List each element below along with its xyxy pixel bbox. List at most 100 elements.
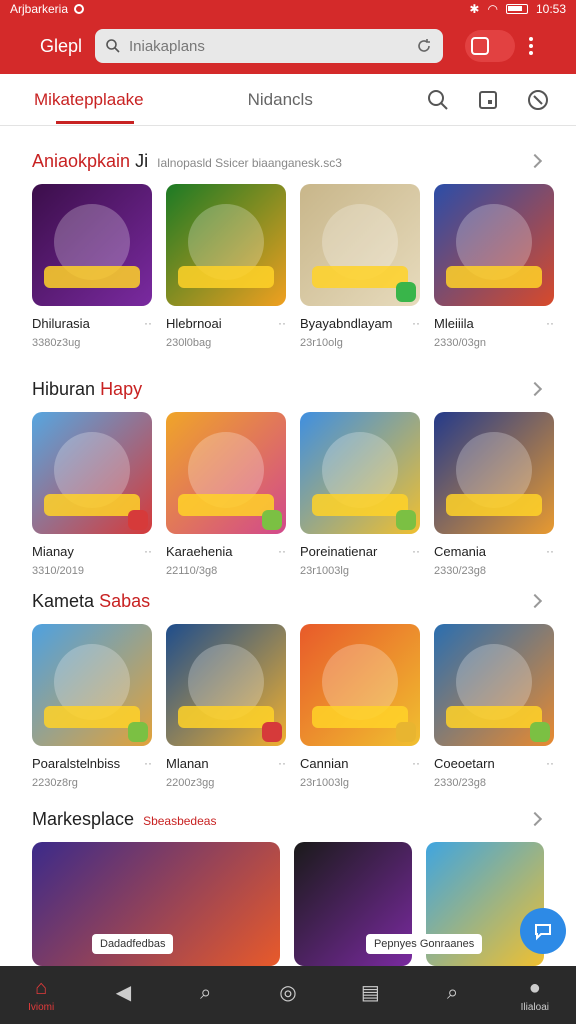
chevron-right-icon[interactable] <box>527 381 543 397</box>
cards-row: Poaralstelnbiss ·· 2230z8rg Mlanan ·· 2200z3g… <box>0 624 576 789</box>
tab-marketplace[interactable]: Mikatepplaake <box>0 74 144 126</box>
status-time: 10:53 <box>535 2 566 16</box>
app-thumbnail[interactable] <box>434 624 554 746</box>
app-meta: 230l0bag <box>166 337 212 349</box>
section-header: Markesplace Sbeasbedeas <box>0 804 576 834</box>
more-options-icon[interactable]: ·· <box>412 756 420 771</box>
search-input[interactable] <box>129 37 407 55</box>
app-card[interactable]: Poaralstelnbiss ·· 2230z8rg <box>32 624 152 789</box>
more-options-icon[interactable]: ·· <box>144 544 152 559</box>
app-card[interactable]: Byayabndlayam ·· 23r10olg <box>300 184 420 349</box>
more-options-icon[interactable]: ·· <box>546 544 554 559</box>
chat-icon <box>535 924 551 941</box>
app-logo-art <box>44 266 140 288</box>
chevron-right-icon[interactable] <box>527 153 543 169</box>
app-name: Mianay <box>32 544 74 559</box>
app-card[interactable]: Poreinatienar ·· 23r1003lg <box>300 412 420 577</box>
chevron-right-icon[interactable] <box>527 593 543 609</box>
section-header: Aniaokpkain Ji Ialnopasld Ssicer biaanga… <box>0 146 576 176</box>
tabs-button[interactable] <box>465 30 515 62</box>
section-4: Markesplace Sbeasbedeas Dadadfedbas Pepn… <box>0 804 576 966</box>
app-thumbnail[interactable] <box>434 184 554 306</box>
app-meta: 3380z3ug <box>32 337 81 349</box>
more-options-icon[interactable]: ·· <box>144 316 152 331</box>
nav-item-compass[interactable]: ◎ <box>261 970 315 1020</box>
app-logo-art <box>446 266 542 288</box>
refresh-icon[interactable] <box>415 37 433 55</box>
app-thumbnail[interactable] <box>300 184 420 306</box>
section-header: Kameta Sabas <box>0 586 576 616</box>
banner-label: Dadadfedbas <box>92 934 174 954</box>
chevron-right-icon[interactable] <box>527 811 543 827</box>
app-meta: 2230z8rg <box>32 777 78 789</box>
app-thumbnail[interactable] <box>300 624 420 746</box>
app-logo-art <box>178 494 274 516</box>
app-card[interactable]: Dhilurasia ·· 3380z3ug <box>32 184 152 349</box>
more-options-icon[interactable]: ·· <box>412 544 420 559</box>
overflow-menu-icon[interactable] <box>529 37 533 55</box>
app-thumbnail[interactable] <box>166 412 286 534</box>
app-badge-icon <box>128 510 148 530</box>
app-thumbnail[interactable] <box>300 412 420 534</box>
search-box[interactable] <box>95 29 443 63</box>
app-logo-art <box>312 706 408 728</box>
more-options-icon[interactable]: ·· <box>412 316 420 331</box>
section-3: Kameta Sabas Poaralstelnbiss ·· 2230z8rg Ml… <box>0 586 576 789</box>
promo-pill: Pepnyes Gonraanes <box>365 934 483 954</box>
app-badge-icon <box>262 510 282 530</box>
status-bar: Arjbarkeria ✱ ◠ 10:53 <box>0 0 576 18</box>
nav-item-profile[interactable]: ● Ilialoai <box>508 970 562 1020</box>
tab-second[interactable]: Nidancls <box>144 74 313 126</box>
app-meta: 22110/3g8 <box>166 565 218 577</box>
play-back-icon: ◀ <box>115 982 132 1004</box>
app-card[interactable]: Coeoetarn ·· 2330/23g8 <box>434 624 554 789</box>
status-right: ✱ ◠ 10:53 <box>469 2 566 16</box>
app-card[interactable]: Cannian ·· 23r1003lg <box>300 624 420 789</box>
search-tool-icon[interactable] <box>426 88 450 112</box>
more-options-icon[interactable]: ·· <box>546 316 554 331</box>
app-name: Hlebrnoai <box>166 316 222 331</box>
nav-item-book[interactable]: ▤ <box>343 970 397 1020</box>
app-thumbnail[interactable] <box>166 624 286 746</box>
app-meta: 2330/23g8 <box>434 777 486 789</box>
nav-label: Ilialoai <box>520 1001 549 1013</box>
app-card[interactable]: Cemania ·· 2330/23g8 <box>434 412 554 577</box>
more-options-icon[interactable]: ·· <box>278 544 286 559</box>
featured-banner[interactable]: Dadadfedbas <box>32 842 280 966</box>
nav-item-search-2[interactable]: ⌕ <box>426 970 480 1020</box>
app-logo-art <box>312 266 408 288</box>
bookmark-tool-icon[interactable] <box>476 88 500 112</box>
app-thumbnail[interactable] <box>32 184 152 306</box>
app-logo-art <box>446 494 542 516</box>
more-options-icon[interactable]: ·· <box>144 756 152 771</box>
nav-item-search[interactable]: ⌕ <box>179 970 233 1020</box>
section-title: Hiburan Hapy <box>32 378 143 399</box>
app-badge-icon <box>396 510 416 530</box>
nav-item-home[interactable]: ⌂ Iviomi <box>14 970 68 1020</box>
app-thumbnail[interactable] <box>434 412 554 534</box>
cards-row: Dhilurasia ·· 3380z3ug Hlebrnoai ·· 230l0bag B… <box>0 184 576 349</box>
chat-fab-button[interactable] <box>520 908 566 954</box>
book-icon: ▤ <box>360 982 380 1004</box>
app-logo-art <box>178 706 274 728</box>
app-card[interactable]: Mianay ·· 3310/2019 <box>32 412 152 577</box>
app-thumbnail[interactable] <box>166 184 286 306</box>
notification-dot-icon <box>74 4 85 14</box>
app-badge-icon <box>128 722 148 742</box>
app-card[interactable]: Mlanan ·· 2200z3gg <box>166 624 286 789</box>
app-thumbnail[interactable] <box>32 412 152 534</box>
app-card[interactable]: Mleiiila ·· 2330/03gn <box>434 184 554 349</box>
more-options-icon[interactable]: ·· <box>278 756 286 771</box>
app-card-title: Mleiiila ·· <box>434 316 554 331</box>
compass-tool-icon[interactable] <box>526 88 550 112</box>
app-thumbnail[interactable] <box>32 624 152 746</box>
more-options-icon[interactable]: ·· <box>546 756 554 771</box>
more-options-icon[interactable]: ·· <box>278 316 286 331</box>
app-card[interactable]: Hlebrnoai ·· 230l0bag <box>166 184 286 349</box>
nav-item-play-back[interactable]: ◀ <box>96 970 150 1020</box>
app-meta: 3310/2019 <box>32 565 84 577</box>
app-meta: 2200z3gg <box>166 777 215 789</box>
nav-label: Iviomi <box>28 1001 55 1013</box>
search-icon-2: ⌕ <box>446 982 459 1004</box>
app-card[interactable]: Karaehenia ·· 22110/3g8 <box>166 412 286 577</box>
